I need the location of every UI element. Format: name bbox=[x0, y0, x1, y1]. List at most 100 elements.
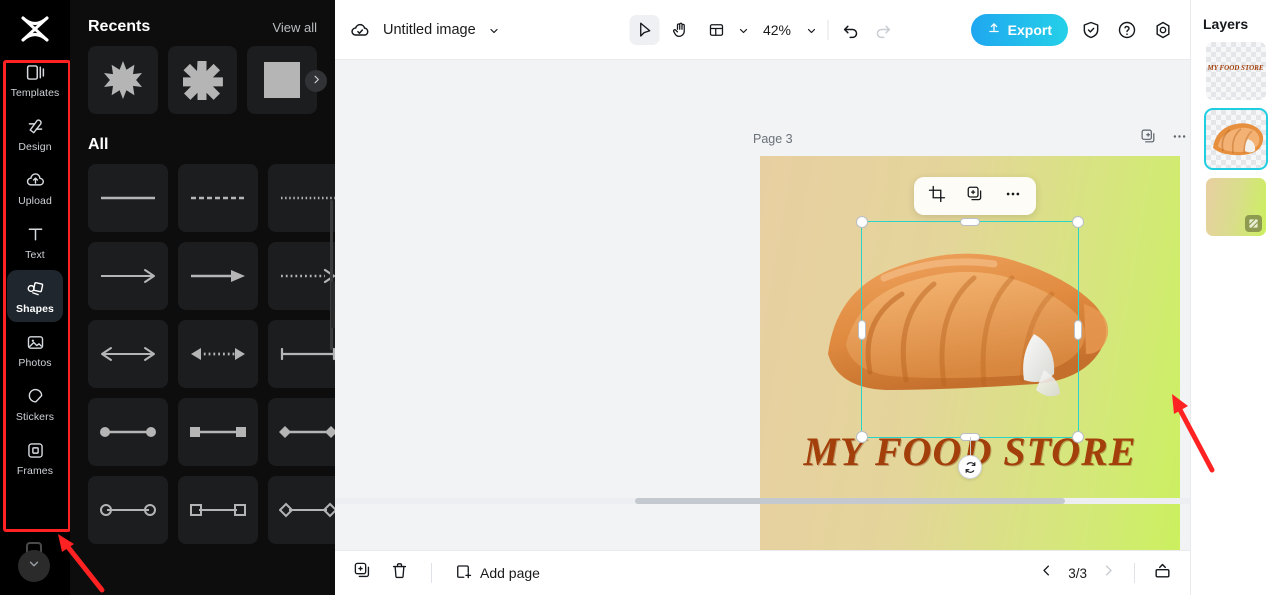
recents-title: Recents bbox=[88, 18, 151, 35]
cloud-saved-icon[interactable] bbox=[349, 19, 371, 41]
panel-collapse-handle[interactable] bbox=[331, 282, 335, 328]
ten-point-star-shape[interactable] bbox=[88, 46, 158, 114]
prev-page-button[interactable] bbox=[1039, 563, 1054, 583]
frames-icon bbox=[24, 440, 46, 462]
dotted-double-arrow-shape[interactable] bbox=[178, 320, 258, 388]
stickers-icon bbox=[24, 386, 46, 408]
next-page-button[interactable] bbox=[1101, 563, 1116, 583]
croissant-image[interactable] bbox=[798, 194, 1128, 444]
hand-tool[interactable] bbox=[665, 15, 695, 45]
thin-arrow-shape[interactable] bbox=[88, 242, 168, 310]
sidebar-item-frames[interactable]: Frames bbox=[7, 432, 63, 484]
layout-tool[interactable] bbox=[701, 15, 731, 45]
chevron-left-icon bbox=[334, 296, 335, 314]
upload-icon bbox=[987, 21, 1001, 38]
sidebar-item-text[interactable]: Text bbox=[7, 216, 63, 268]
text-icon bbox=[24, 224, 46, 246]
canvas-region[interactable]: Page 3 MY FOOD STORE bbox=[335, 60, 1190, 550]
layer-item-text[interactable]: MY FOOD STORE bbox=[1205, 42, 1266, 100]
double-arrow-shape[interactable] bbox=[88, 320, 168, 388]
layer-text-preview: MY FOOD STORE bbox=[1207, 64, 1264, 72]
more-options-icon[interactable] bbox=[1004, 185, 1022, 208]
duplicate-page-icon[interactable] bbox=[353, 561, 372, 585]
sidebar-item-photos[interactable]: Photos bbox=[7, 324, 63, 376]
settings-gear-icon[interactable] bbox=[1150, 17, 1176, 43]
sidebar-collapse-button[interactable] bbox=[18, 550, 50, 582]
chevron-down-icon[interactable] bbox=[805, 24, 817, 36]
selection-float-toolbar bbox=[914, 177, 1036, 215]
dotted-arrow-shape[interactable] bbox=[268, 242, 335, 310]
sidebar-item-label: Photos bbox=[18, 356, 52, 369]
canvas-hscrollbar[interactable] bbox=[635, 498, 1065, 504]
sidebar-item-label: Shapes bbox=[16, 302, 54, 315]
square-ends-line-shape[interactable] bbox=[178, 398, 258, 466]
design-icon bbox=[24, 116, 46, 138]
solid-arrow-shape[interactable] bbox=[178, 242, 258, 310]
duplicate-page-icon[interactable] bbox=[1140, 128, 1157, 150]
artboard[interactable]: MY FOOD STORE bbox=[760, 156, 1180, 550]
canvas-tools: 42% bbox=[628, 14, 896, 45]
dot-ends-line-shape[interactable] bbox=[88, 398, 168, 466]
sidebar-item-label: Stickers bbox=[15, 410, 55, 423]
background-lock-badge bbox=[1244, 215, 1262, 232]
trash-icon[interactable] bbox=[390, 561, 409, 585]
hollow-diamond-ends-line-shape[interactable] bbox=[268, 476, 335, 544]
add-page-label: Add page bbox=[480, 565, 540, 581]
sidebar-item-label: Frames bbox=[16, 464, 54, 477]
view-all-link[interactable]: View all bbox=[272, 20, 317, 35]
diamond-ends-line-shape[interactable] bbox=[268, 398, 335, 466]
dotted-line-shape[interactable] bbox=[268, 164, 335, 232]
select-tool[interactable] bbox=[628, 14, 659, 45]
layers-title: Layers bbox=[1203, 16, 1249, 32]
capcut-editor-window: Templates Design Upload Text Shapes Phot… bbox=[0, 0, 1280, 595]
add-page-button[interactable]: Add page bbox=[454, 563, 540, 584]
all-section-title: All bbox=[88, 136, 109, 153]
shield-icon[interactable] bbox=[1078, 17, 1104, 43]
sidebar-item-shapes[interactable]: Shapes bbox=[7, 270, 63, 322]
export-label: Export bbox=[1007, 21, 1052, 38]
crop-icon[interactable] bbox=[928, 185, 946, 208]
recents-header: Recents View all bbox=[70, 0, 335, 46]
undo-button[interactable] bbox=[838, 17, 864, 43]
page-navigation: 3/3 bbox=[1039, 561, 1172, 585]
layer-item-background[interactable] bbox=[1205, 178, 1266, 236]
sidebar-item-stickers[interactable]: Stickers bbox=[7, 378, 63, 430]
add-page-icon bbox=[454, 563, 472, 584]
sidebar-item-upload[interactable]: Upload bbox=[7, 162, 63, 214]
page-count-label: 3/3 bbox=[1068, 565, 1087, 581]
document-title[interactable]: Untitled image bbox=[383, 22, 476, 38]
sidebar-item-label: Templates bbox=[10, 86, 60, 99]
zoom-level-value[interactable]: 42% bbox=[763, 22, 791, 38]
circle-ends-line-shape[interactable] bbox=[88, 476, 168, 544]
sidebar-item-label: Upload bbox=[18, 194, 52, 207]
help-question-icon[interactable] bbox=[1114, 17, 1140, 43]
more-options-icon[interactable] bbox=[1171, 128, 1188, 150]
chevron-down-icon[interactable] bbox=[488, 24, 500, 36]
eight-point-burst-shape[interactable] bbox=[167, 46, 238, 114]
layer-item-croissant[interactable] bbox=[1203, 108, 1268, 170]
recents-next-button[interactable] bbox=[305, 70, 327, 92]
toolbar-divider bbox=[827, 19, 829, 40]
layers-panel: Layers MY FOOD STORE bbox=[1190, 0, 1280, 595]
dashed-line-shape[interactable] bbox=[178, 164, 258, 232]
sidebar-item-design[interactable]: Design bbox=[7, 108, 63, 160]
layer-croissant-preview bbox=[1212, 123, 1263, 156]
document-info: Untitled image bbox=[349, 19, 500, 41]
redo-button[interactable] bbox=[870, 17, 896, 43]
upload-cloud-icon bbox=[24, 170, 46, 192]
duplicate-icon[interactable] bbox=[966, 185, 984, 208]
store-title-text[interactable]: MY FOOD STORE bbox=[760, 428, 1180, 475]
solid-line-shape[interactable] bbox=[88, 164, 168, 232]
chevron-down-icon[interactable] bbox=[737, 24, 749, 36]
sidebar-item-templates[interactable]: Templates bbox=[7, 54, 63, 106]
chevron-down-icon bbox=[27, 557, 41, 576]
capcut-logo-icon[interactable] bbox=[18, 14, 52, 44]
hollow-square-ends-line-shape[interactable] bbox=[178, 476, 258, 544]
top-toolbar: Untitled image 42% Export bbox=[335, 0, 1190, 60]
export-button[interactable]: Export bbox=[970, 13, 1068, 46]
present-icon[interactable] bbox=[1153, 561, 1172, 585]
bottom-left-actions: Add page bbox=[353, 561, 540, 585]
tee-line-shape[interactable] bbox=[268, 320, 335, 388]
photos-icon bbox=[24, 332, 46, 354]
shapes-icon bbox=[24, 278, 46, 300]
